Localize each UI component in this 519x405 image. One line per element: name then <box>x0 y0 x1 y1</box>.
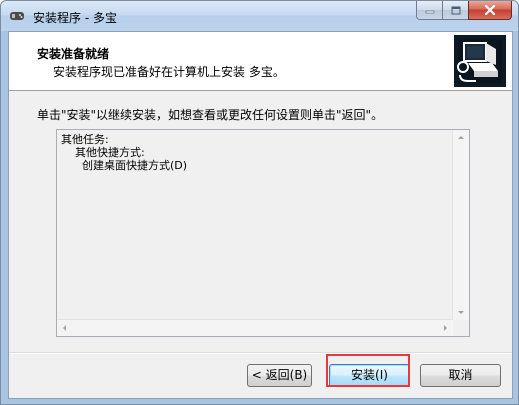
vertical-scrollbar[interactable] <box>452 130 469 320</box>
close-icon <box>484 5 496 15</box>
scroll-down-arrow-icon[interactable] <box>458 311 464 314</box>
caption-buttons <box>416 1 512 21</box>
memo-line: 其他任务: <box>61 133 109 146</box>
minimize-icon <box>425 10 434 14</box>
installer-app-icon <box>10 12 24 20</box>
page-title: 安装准备就绪 <box>37 47 110 61</box>
memo-content: 其他任务: 其他快捷方式: 创建桌面快捷方式(D) <box>61 133 187 172</box>
installer-window: 安装程序 - 多宝 安装准备就绪 安装程序现已准备好在计算机上安装 多宝。 单击… <box>0 0 519 405</box>
wizard-header-panel: 安装准备就绪 安装程序现已准备好在计算机上安装 多宝。 <box>9 32 512 91</box>
cancel-button[interactable]: 取消 <box>420 364 501 387</box>
title-bar[interactable]: 安装程序 - 多宝 <box>1 1 518 31</box>
computer-install-icon <box>454 35 506 87</box>
maximize-button[interactable] <box>442 1 468 20</box>
window-title: 安装程序 - 多宝 <box>33 11 117 25</box>
bottom-divider <box>9 352 512 354</box>
ready-memo-textbox[interactable]: 其他任务: 其他快捷方式: 创建桌面快捷方式(D) <box>56 129 470 337</box>
minimize-button[interactable] <box>416 1 442 20</box>
back-button[interactable]: < 返回(B) <box>247 364 312 387</box>
scroll-up-arrow-icon[interactable] <box>458 136 464 139</box>
close-button[interactable] <box>468 1 512 20</box>
maximize-icon <box>451 6 460 14</box>
memo-line: 创建桌面快捷方式(D) <box>61 159 188 172</box>
install-button[interactable]: 安装(I) <box>329 364 410 387</box>
wizard-client-area: 安装准备就绪 安装程序现已准备好在计算机上安装 多宝。 单击"安装"以继续安装，… <box>8 31 513 399</box>
instruction-text: 单击"安装"以继续安装，如想查看或更改任何设置则单击"返回"。 <box>37 108 384 122</box>
memo-line: 其他快捷方式: <box>61 146 145 159</box>
scroll-left-arrow-icon[interactable] <box>63 325 66 331</box>
page-subtitle: 安装程序现已准备好在计算机上安装 多宝。 <box>53 65 285 79</box>
horizontal-scrollbar[interactable] <box>57 319 453 336</box>
scroll-right-arrow-icon[interactable] <box>444 325 447 331</box>
scrollbar-corner <box>453 320 469 336</box>
